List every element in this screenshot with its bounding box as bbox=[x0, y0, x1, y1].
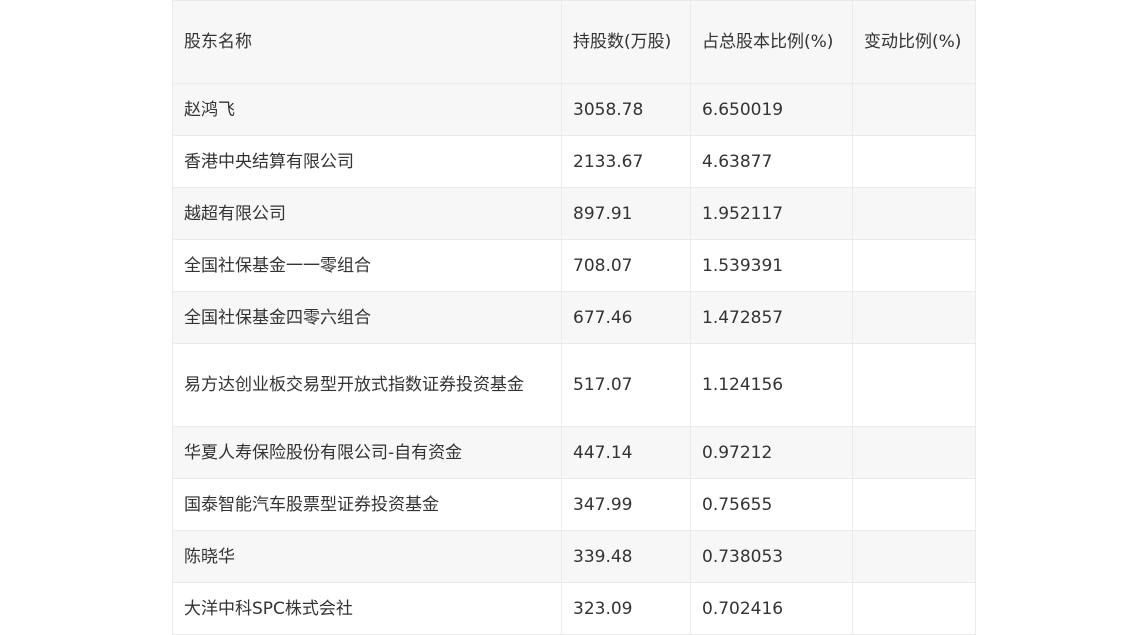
cell-ratio: 1.124156 bbox=[690, 343, 853, 427]
table-row: 全国社保基金一一零组合 708.07 1.539391 bbox=[172, 239, 976, 292]
header-shares: 持股数(万股) bbox=[561, 0, 691, 84]
cell-change bbox=[852, 187, 976, 240]
cell-shares: 347.99 bbox=[561, 478, 691, 531]
cell-ratio: 4.63877 bbox=[690, 135, 853, 188]
table-row: 陈晓华 339.48 0.738053 bbox=[172, 530, 976, 583]
cell-ratio: 0.738053 bbox=[690, 530, 853, 583]
cell-shares: 897.91 bbox=[561, 187, 691, 240]
cell-change bbox=[852, 426, 976, 479]
cell-change bbox=[852, 478, 976, 531]
table-row: 易方达创业板交易型开放式指数证券投资基金 517.07 1.124156 bbox=[172, 343, 976, 427]
cell-ratio: 6.650019 bbox=[690, 83, 853, 136]
cell-ratio: 1.952117 bbox=[690, 187, 853, 240]
cell-change bbox=[852, 239, 976, 292]
cell-ratio: 0.97212 bbox=[690, 426, 853, 479]
table-row: 全国社保基金四零六组合 677.46 1.472857 bbox=[172, 291, 976, 344]
cell-shares: 3058.78 bbox=[561, 83, 691, 136]
cell-name: 全国社保基金一一零组合 bbox=[172, 239, 562, 292]
cell-shares: 2133.67 bbox=[561, 135, 691, 188]
table-header-row: 股东名称 持股数(万股) 占总股本比例(%) 变动比例(%) bbox=[172, 0, 976, 84]
shareholder-table: 股东名称 持股数(万股) 占总股本比例(%) 变动比例(%) 赵鸿飞 3058.… bbox=[172, 0, 976, 635]
cell-change bbox=[852, 530, 976, 583]
cell-name: 全国社保基金四零六组合 bbox=[172, 291, 562, 344]
cell-change bbox=[852, 135, 976, 188]
cell-change bbox=[852, 582, 976, 635]
table-row: 国泰智能汽车股票型证券投资基金 347.99 0.75655 bbox=[172, 478, 976, 531]
header-shareholder-name: 股东名称 bbox=[172, 0, 562, 84]
table-row: 越超有限公司 897.91 1.952117 bbox=[172, 187, 976, 240]
cell-name: 大洋中科SPC株式会社 bbox=[172, 582, 562, 635]
header-ratio: 占总股本比例(%) bbox=[690, 0, 853, 84]
cell-change bbox=[852, 343, 976, 427]
cell-name: 华夏人寿保险股份有限公司-自有资金 bbox=[172, 426, 562, 479]
cell-shares: 323.09 bbox=[561, 582, 691, 635]
cell-name: 赵鸿飞 bbox=[172, 83, 562, 136]
cell-ratio: 0.75655 bbox=[690, 478, 853, 531]
cell-change bbox=[852, 83, 976, 136]
cell-name: 易方达创业板交易型开放式指数证券投资基金 bbox=[172, 343, 562, 427]
header-change: 变动比例(%) bbox=[852, 0, 976, 84]
cell-name: 越超有限公司 bbox=[172, 187, 562, 240]
cell-shares: 517.07 bbox=[561, 343, 691, 427]
shareholder-table-container: 股东名称 持股数(万股) 占总股本比例(%) 变动比例(%) 赵鸿飞 3058.… bbox=[172, 0, 976, 635]
cell-name: 香港中央结算有限公司 bbox=[172, 135, 562, 188]
cell-shares: 447.14 bbox=[561, 426, 691, 479]
cell-name: 国泰智能汽车股票型证券投资基金 bbox=[172, 478, 562, 531]
cell-ratio: 0.702416 bbox=[690, 582, 853, 635]
cell-name: 陈晓华 bbox=[172, 530, 562, 583]
table-row: 香港中央结算有限公司 2133.67 4.63877 bbox=[172, 135, 976, 188]
cell-change bbox=[852, 291, 976, 344]
cell-ratio: 1.539391 bbox=[690, 239, 853, 292]
cell-shares: 339.48 bbox=[561, 530, 691, 583]
cell-ratio: 1.472857 bbox=[690, 291, 853, 344]
cell-shares: 677.46 bbox=[561, 291, 691, 344]
cell-shares: 708.07 bbox=[561, 239, 691, 292]
table-row: 大洋中科SPC株式会社 323.09 0.702416 bbox=[172, 582, 976, 635]
table-row: 赵鸿飞 3058.78 6.650019 bbox=[172, 83, 976, 136]
table-row: 华夏人寿保险股份有限公司-自有资金 447.14 0.97212 bbox=[172, 426, 976, 479]
